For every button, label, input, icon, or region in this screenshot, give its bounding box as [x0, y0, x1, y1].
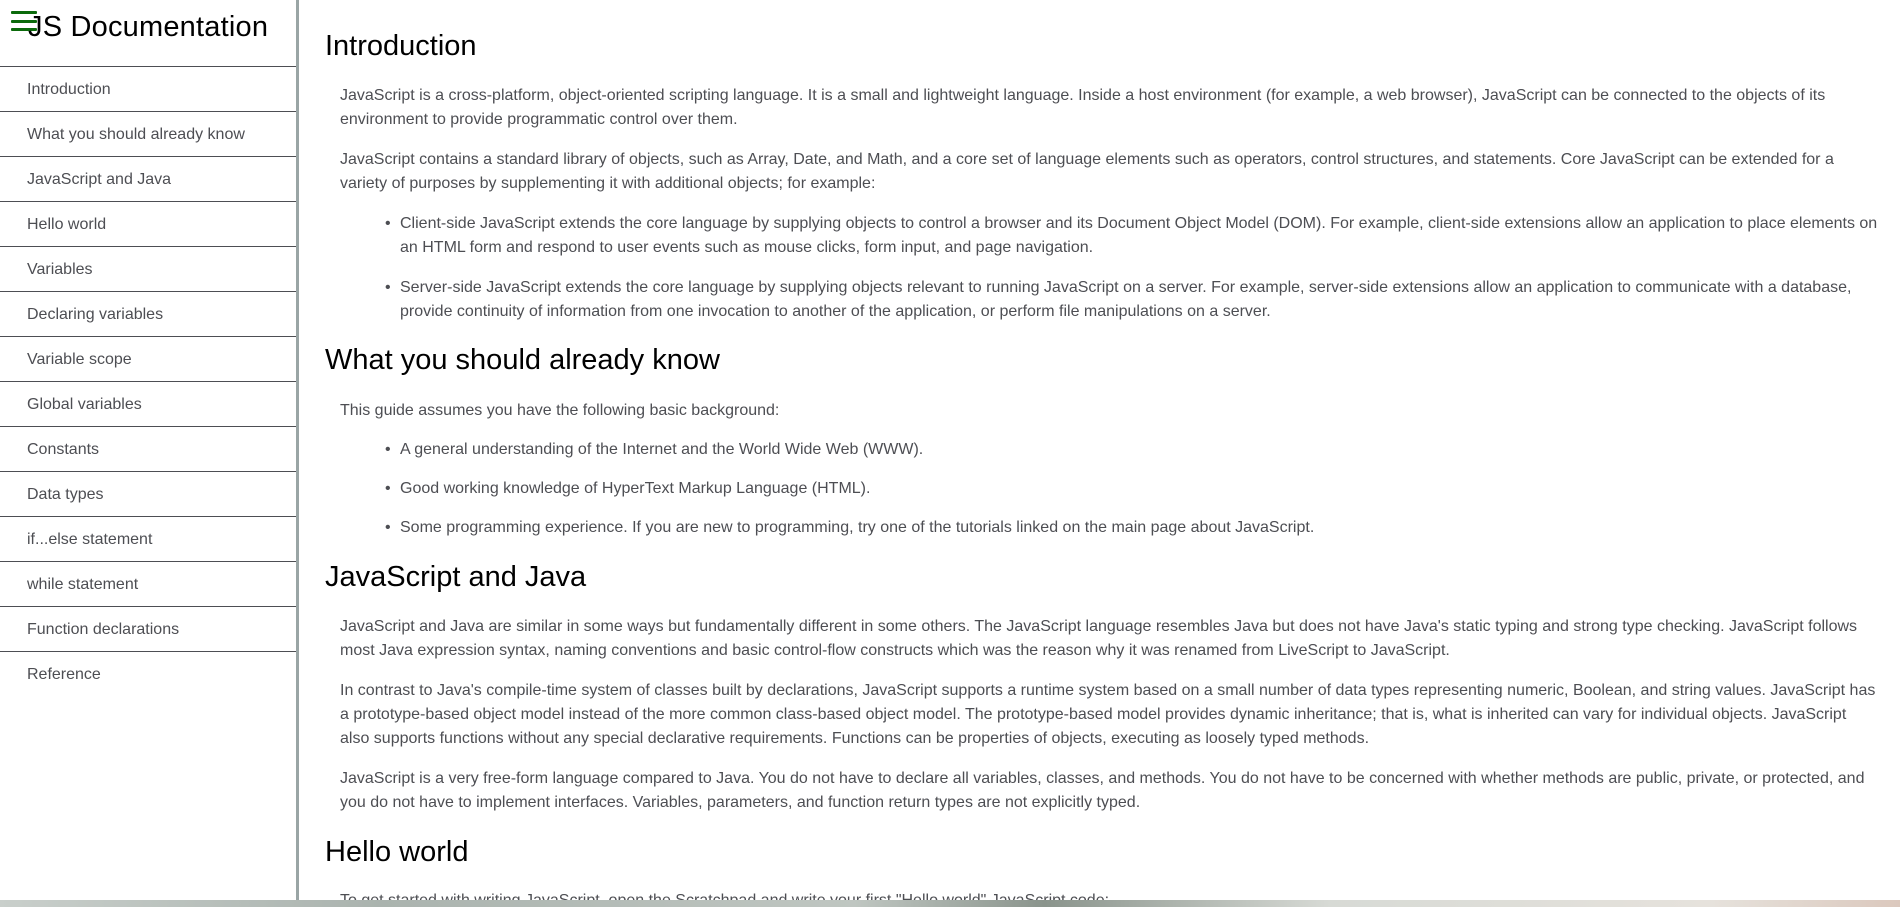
already-know-bullet-programming: • Some programming experience. If you ar…	[385, 516, 1880, 540]
bullet-dot: •	[385, 215, 391, 232]
nav-link-introduction[interactable]: Introduction	[0, 67, 296, 112]
bullet-text: Some programming experience. If you are …	[400, 519, 1315, 536]
nav-link-declaring-variables[interactable]: Declaring variables	[0, 292, 296, 337]
intro-bullet-server-side: • Server-side JavaScript extends the cor…	[385, 276, 1880, 324]
app-window: JS Documentation Introduction What you s…	[0, 0, 1900, 907]
nav-link-function-declarations[interactable]: Function declarations	[0, 607, 296, 652]
js-java-paragraph-1: JavaScript and Java are similar in some …	[340, 618, 1858, 659]
bullet-dot: •	[385, 279, 391, 296]
bullet-dot: •	[385, 480, 391, 497]
intro-paragraph-1: JavaScript is a cross-platform, object-o…	[340, 87, 1826, 128]
nav-link-if-else-statement[interactable]: if...else statement	[0, 517, 296, 562]
main-documentation: Introduction JavaScript is a cross-platf…	[325, 0, 1880, 907]
intro-paragraph-2: JavaScript contains a standard library o…	[340, 151, 1834, 192]
nav-link-data-types[interactable]: Data types	[0, 472, 296, 517]
bullet-text: Server-side JavaScript extends the core …	[400, 279, 1852, 320]
nav-link-while-statement[interactable]: while statement	[0, 562, 296, 607]
sidebar-title: JS Documentation	[28, 11, 269, 43]
nav-link-hello-world[interactable]: Hello world	[0, 202, 296, 247]
already-know-paragraph: This guide assumes you have the followin…	[340, 402, 780, 419]
sidebar-header: JS Documentation	[0, 0, 296, 67]
sidebar-nav-list: Introduction What you should already kno…	[0, 67, 296, 697]
js-java-paragraph-3: JavaScript is a very free-form language …	[340, 770, 1865, 811]
section-heading-hello-world: Hello world	[325, 836, 469, 868]
bullet-dot: •	[385, 519, 391, 536]
bullet-text: Good working knowledge of HyperText Mark…	[400, 480, 871, 497]
sidebar-navbar: JS Documentation Introduction What you s…	[0, 0, 299, 900]
bullet-text: Client-side JavaScript extends the core …	[400, 215, 1878, 256]
nav-link-what-you-should-already-know[interactable]: What you should already know	[0, 112, 296, 157]
nav-link-reference[interactable]: Reference	[0, 652, 296, 697]
bullet-text: A general understanding of the Internet …	[400, 441, 924, 458]
nav-link-javascript-and-java[interactable]: JavaScript and Java	[0, 157, 296, 202]
nav-link-constants[interactable]: Constants	[0, 427, 296, 472]
js-java-paragraph-2: In contrast to Java's compile-time syste…	[340, 682, 1876, 747]
section-heading-introduction: Introduction	[325, 30, 477, 62]
bullet-dot: •	[385, 441, 391, 458]
nav-link-variables[interactable]: Variables	[0, 247, 296, 292]
desktop-background-strip	[0, 900, 1900, 907]
section-heading-js-java: JavaScript and Java	[325, 561, 587, 593]
nav-link-variable-scope[interactable]: Variable scope	[0, 337, 296, 382]
section-heading-already-know: What you should already know	[325, 344, 720, 376]
intro-bullet-client-side: • Client-side JavaScript extends the cor…	[385, 212, 1880, 260]
nav-link-global-variables[interactable]: Global variables	[0, 382, 296, 427]
already-know-bullet-html: • Good working knowledge of HyperText Ma…	[385, 477, 1880, 501]
already-know-bullet-internet: • A general understanding of the Interne…	[385, 438, 1880, 462]
